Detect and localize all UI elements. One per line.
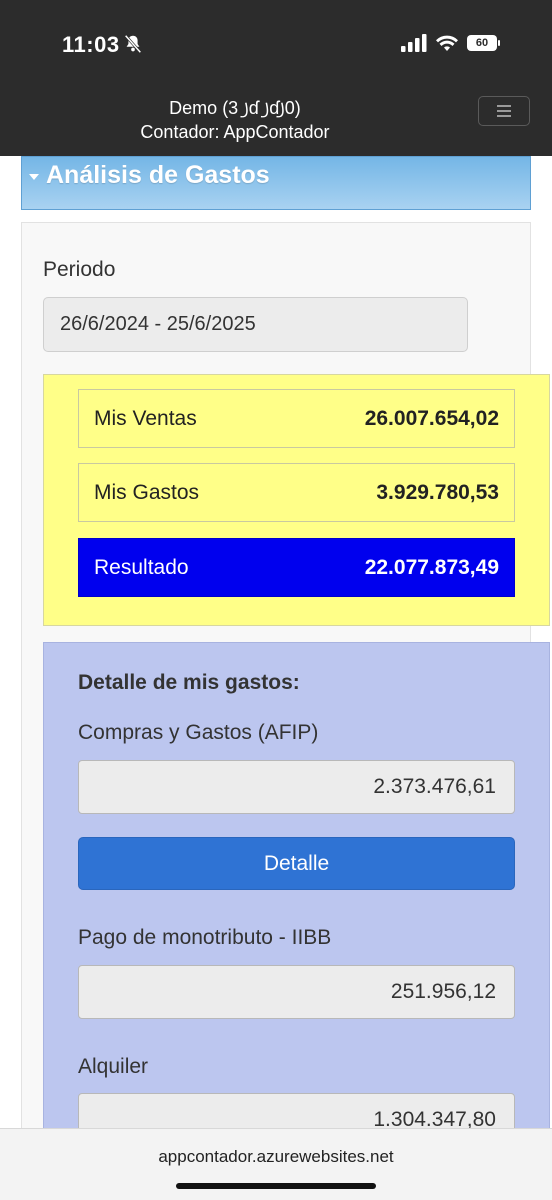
battery-level: 60 xyxy=(475,37,489,49)
gastos-value: 3.929.780,53 xyxy=(376,480,499,504)
compras-gastos-field[interactable]: 2.373.476,61 xyxy=(78,760,515,814)
hamburger-menu-button[interactable] xyxy=(478,96,530,126)
bell-slash-icon xyxy=(124,34,142,54)
menu-icon xyxy=(497,105,511,107)
status-icons: 60 xyxy=(401,34,500,52)
top-bar: 11:03 60 Demo (3 ꠸ɗ ꠸ɗ꠸0) Contador: AppC… xyxy=(0,0,552,156)
battery-icon: 60 xyxy=(467,35,500,51)
gastos-row: Mis Gastos 3.929.780,53 xyxy=(78,463,515,522)
home-indicator[interactable] xyxy=(176,1183,376,1189)
resultado-value: 22.077.873,49 xyxy=(364,555,499,579)
wifi-icon xyxy=(436,35,458,51)
monotributo-field[interactable]: 251.956,12 xyxy=(78,965,515,1019)
gastos-heading: Detalle de mis gastos: xyxy=(78,671,300,694)
periodo-label: Periodo xyxy=(43,258,116,281)
periodo-date-range-input[interactable]: 26/6/2024 - 25/6/2025 xyxy=(43,297,468,352)
browser-url-bar[interactable]: appcontador.azurewebsites.net xyxy=(0,1128,552,1200)
header-contador: Contador: AppContador xyxy=(140,122,330,142)
section-title-text: Análisis de Gastos xyxy=(46,161,270,189)
section-analisis-gastos[interactable]: Análisis de Gastos xyxy=(21,156,531,210)
alquiler-label: Alquiler xyxy=(78,1055,149,1078)
signal-icon xyxy=(401,34,427,52)
ventas-value: 26.007.654,02 xyxy=(364,406,499,430)
gastos-label: Mis Gastos xyxy=(94,480,200,504)
resultado-label: Resultado xyxy=(94,555,189,579)
detalle-button[interactable]: Detalle xyxy=(78,837,515,890)
status-time: 11:03 xyxy=(62,32,120,57)
ventas-label: Mis Ventas xyxy=(94,406,197,430)
compras-gastos-label: Compras y Gastos (AFIP) xyxy=(78,721,319,744)
ventas-row: Mis Ventas 26.007.654,02 xyxy=(78,389,515,448)
caret-down-icon xyxy=(29,174,39,180)
resultado-row: Resultado 22.077.873,49 xyxy=(78,538,515,597)
url-text: appcontador.azurewebsites.net xyxy=(158,1147,394,1166)
monotributo-label: Pago de monotributo - IIBB xyxy=(78,926,332,949)
header-account-name: Demo (3 ꠸ɗ ꠸ɗ꠸0) xyxy=(169,98,301,118)
